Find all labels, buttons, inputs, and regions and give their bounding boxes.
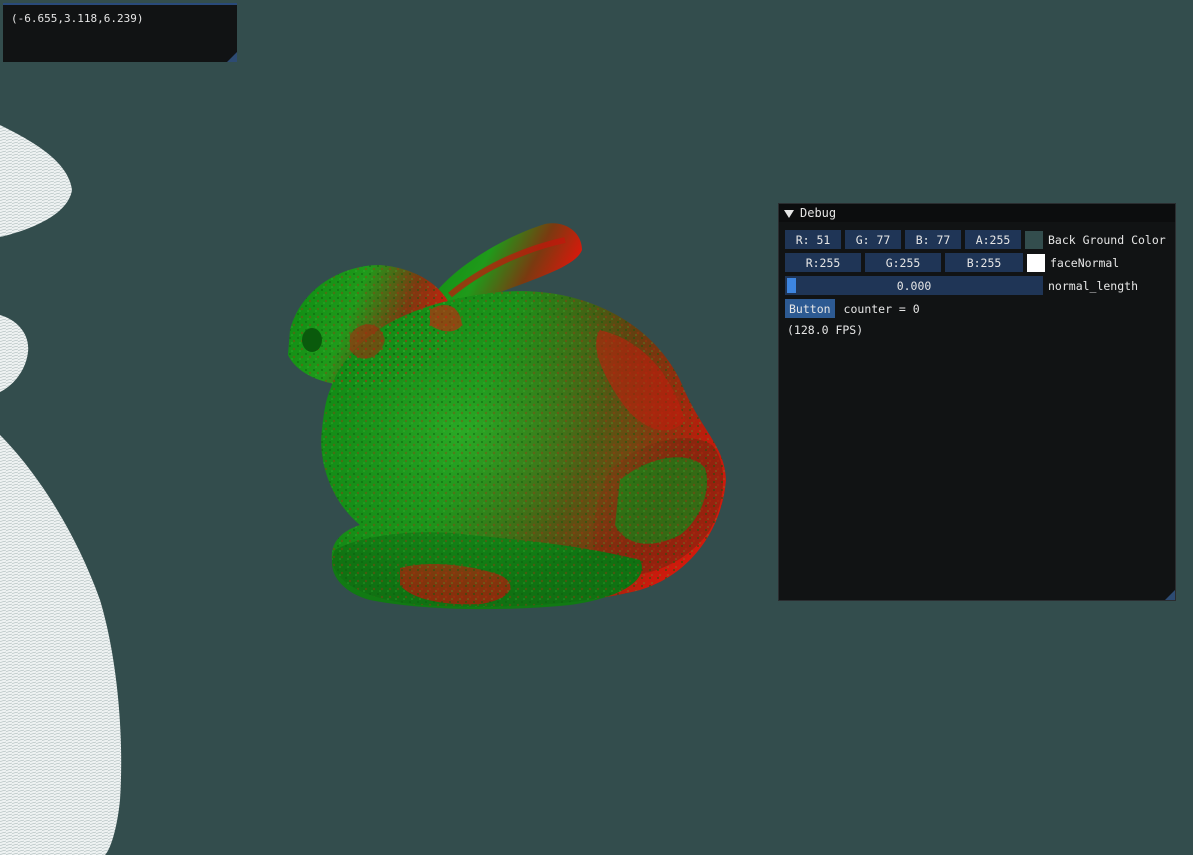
- bg-color-row: R: 51 G: 77 B: 77 A:255 Back Ground Colo…: [785, 230, 1166, 249]
- debug-title-bar[interactable]: Debug: [779, 204, 1175, 222]
- normal-length-row: 0.000 normal_length: [785, 276, 1138, 295]
- bg-color-label: Back Ground Color: [1048, 232, 1166, 247]
- debug-button[interactable]: Button: [785, 299, 835, 318]
- face-normal-r-field[interactable]: R:255: [785, 253, 861, 272]
- normal-length-slider[interactable]: 0.000: [785, 276, 1043, 295]
- collapse-arrow-icon[interactable]: [784, 209, 794, 218]
- face-normal-label: faceNormal: [1050, 255, 1120, 270]
- debug-title: Debug: [800, 206, 837, 220]
- face-normal-row: R:255 G:255 B:255 faceNormal: [785, 253, 1119, 272]
- camera-position-text: (-6.655,3.118,6.239): [11, 12, 144, 25]
- face-normal-g-field[interactable]: G:255: [865, 253, 941, 272]
- bg-g-field[interactable]: G: 77: [845, 230, 901, 249]
- face-normal-b-field[interactable]: B:255: [945, 253, 1023, 272]
- face-normal-swatch[interactable]: [1027, 253, 1045, 272]
- button-row: Button counter = 0: [785, 299, 920, 318]
- counter-text: counter = 0: [843, 301, 920, 316]
- normal-length-value: 0.000: [896, 278, 932, 293]
- normals-left-fragments: [0, 125, 122, 855]
- normal-length-label: normal_length: [1048, 278, 1139, 293]
- camera-coord-window[interactable]: (-6.655,3.118,6.239): [3, 3, 237, 62]
- bunny-model: [288, 223, 726, 610]
- bg-r-field[interactable]: R: 51: [785, 230, 841, 249]
- resize-grip-icon[interactable]: [1165, 590, 1175, 600]
- fps-text: (128.0 FPS): [787, 323, 864, 337]
- bg-b-field[interactable]: B: 77: [905, 230, 961, 249]
- debug-window[interactable]: Debug R: 51 G: 77 B: 77 A:255 Back Groun…: [778, 203, 1176, 601]
- bg-color-swatch[interactable]: [1025, 230, 1043, 249]
- bg-a-field[interactable]: A:255: [965, 230, 1021, 249]
- 3d-viewport[interactable]: (-6.655,3.118,6.239) Debug R: 51 G: 77 B…: [0, 0, 1193, 855]
- resize-grip-icon[interactable]: [227, 52, 237, 62]
- slider-grab-handle[interactable]: [787, 278, 796, 293]
